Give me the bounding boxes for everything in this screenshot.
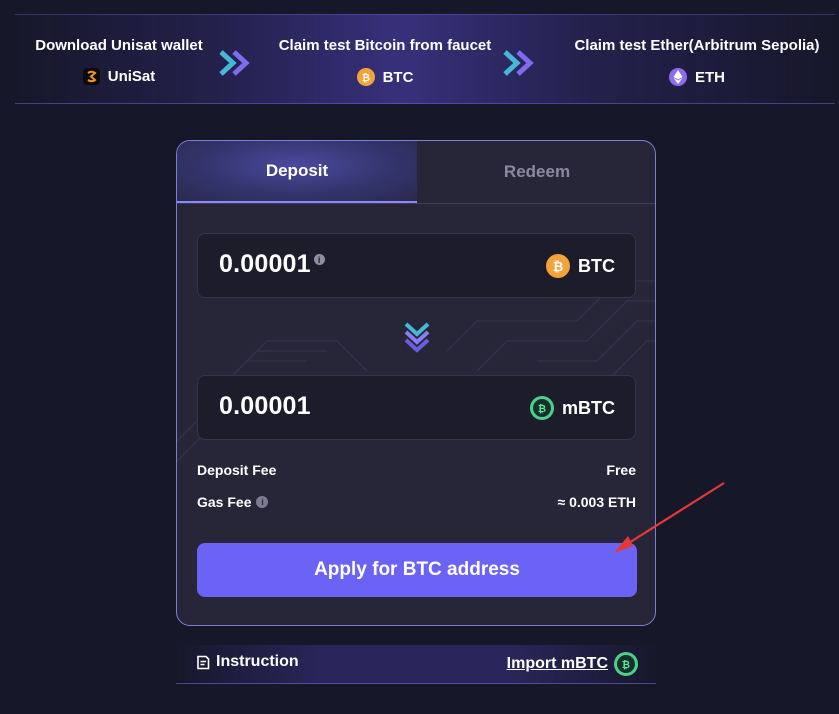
- asset-label: mBTC: [562, 397, 615, 418]
- mbtc-icon: ₿: [530, 396, 554, 420]
- apply-btc-address-button[interactable]: Apply for BTC address: [197, 543, 637, 597]
- gas-fee-value: ≈ 0.003 ETH: [557, 494, 637, 510]
- chevron-right-icon: [219, 50, 250, 76]
- deposit-fee-label: Deposit Fee: [197, 462, 277, 478]
- asset-display-mbtc: ₿ mBTC: [530, 396, 615, 420]
- mbtc-amount-field: 0.00001 ₿ mBTC: [197, 375, 636, 440]
- gas-fee-label: Gas Fee: [197, 494, 252, 510]
- instruction-link[interactable]: Instruction: [196, 653, 299, 671]
- tab-bar: Deposit Redeem: [177, 141, 655, 204]
- btc-amount-field[interactable]: 0.00001 i ₿ BTC: [197, 233, 636, 298]
- info-icon[interactable]: i: [256, 496, 269, 508]
- svg-text:₿: ₿: [553, 260, 564, 274]
- double-chevron-down-icon: [404, 322, 430, 353]
- asset-label: BTC: [578, 255, 615, 276]
- step-download-unisat[interactable]: Download Unisat wallet UniSat: [15, 15, 223, 103]
- eth-icon: [669, 68, 687, 86]
- step-token-label: BTC: [382, 68, 414, 86]
- btc-icon: ₿: [546, 254, 570, 278]
- svg-text:₿: ₿: [622, 659, 630, 670]
- chevron-right-icon: [503, 50, 534, 76]
- steps-bar: Download Unisat wallet UniSat Claim test…: [15, 14, 835, 104]
- mbtc-amount-value: 0.00001: [219, 392, 311, 420]
- step-token-label: ETH: [695, 68, 725, 86]
- step-claim-eth[interactable]: Claim test Ether(Arbitrum Sepolia) ETH: [547, 15, 839, 103]
- unisat-icon: [82, 68, 100, 85]
- gas-fee-row: Gas Fee i ≈ 0.003 ETH: [197, 494, 636, 514]
- deposit-fee-value: Free: [606, 462, 636, 478]
- footer-bar: Instruction Import mBTC ₿: [176, 645, 656, 684]
- step-title: Claim test Bitcoin from faucet: [278, 37, 492, 54]
- amount-value-row: 0.00001 i: [219, 250, 325, 279]
- step-token: UniSat: [15, 68, 223, 85]
- step-claim-btc[interactable]: Claim test Bitcoin from faucet ₿ BTC: [263, 15, 507, 103]
- document-icon: [197, 655, 210, 669]
- step-token-label: UniSat: [107, 68, 156, 85]
- deposit-fee-row: Deposit Fee Free: [197, 462, 636, 482]
- tab-redeem[interactable]: Redeem: [417, 141, 655, 203]
- deposit-card: Deposit Redeem 0.00001 i ₿ BTC 0.00001 ₿ …: [176, 140, 656, 626]
- import-mbtc-link[interactable]: Import mBTC ₿: [507, 652, 638, 676]
- step-token: ₿ BTC: [263, 68, 507, 86]
- btc-amount-value: 0.00001: [219, 250, 311, 278]
- svg-text:₿: ₿: [538, 403, 546, 414]
- gas-fee-label-group: Gas Fee i: [197, 494, 269, 510]
- import-mbtc-label: Import mBTC: [506, 655, 608, 672]
- step-token: ETH: [547, 68, 839, 86]
- btc-icon: ₿: [356, 68, 375, 86]
- asset-selector-btc: ₿ BTC: [546, 254, 615, 278]
- step-title: Download Unisat wallet: [35, 37, 203, 54]
- instruction-label: Instruction: [216, 653, 299, 670]
- step-title: Claim test Ether(Arbitrum Sepolia): [574, 37, 820, 54]
- info-icon[interactable]: i: [313, 254, 325, 265]
- tab-deposit[interactable]: Deposit: [177, 141, 417, 203]
- mbtc-icon: ₿: [614, 652, 638, 676]
- svg-text:₿: ₿: [362, 72, 370, 83]
